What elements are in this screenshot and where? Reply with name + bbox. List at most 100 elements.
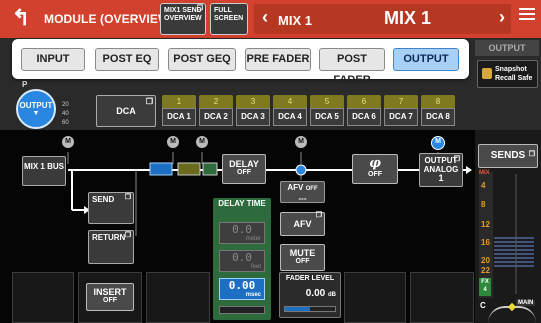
- bottom-slot-5: [344, 272, 406, 323]
- full-screen-button[interactable]: FULL SCREEN: [210, 3, 248, 35]
- phase-button[interactable]: φ OFF: [352, 154, 398, 184]
- mute-state: OFF: [295, 258, 310, 265]
- dca-num: 3: [236, 95, 270, 108]
- delay-msec-field[interactable]: 0.00 msec: [219, 278, 265, 300]
- delay-feet-value: 0.0: [232, 251, 252, 264]
- send-overview-button[interactable]: MIX1 SEND OVERVIEW ❐: [160, 3, 206, 35]
- bottom-slot-3: [146, 272, 210, 323]
- delay-msec-value: 0.00: [228, 279, 256, 292]
- dca-slot-3[interactable]: 3 DCA 3: [236, 95, 270, 127]
- level-scale: 20 40 60: [62, 92, 69, 128]
- output-num: 1: [438, 173, 444, 183]
- meter-point-marker[interactable]: M: [62, 136, 74, 148]
- meter-point-marker[interactable]: M: [295, 136, 307, 148]
- return-label: RETURN: [92, 233, 126, 242]
- dca-slot-6[interactable]: 6 DCA 6: [347, 95, 381, 127]
- sends-button[interactable]: SENDS ❐: [478, 144, 538, 168]
- mute-group-strip: [190, 82, 460, 89]
- output-patch-button[interactable]: OUTPUT ANALOG 1 ❐: [419, 153, 463, 187]
- return-button[interactable]: RETURN ❐: [88, 230, 134, 264]
- mix-navigator: ‹ MIX 1 MIX 1 ›: [254, 4, 511, 34]
- dca-button[interactable]: DCA ❐: [96, 95, 156, 127]
- dca-num: 1: [162, 95, 196, 108]
- popup-icon: ❐: [453, 156, 460, 163]
- dca-num: 6: [347, 95, 381, 108]
- dca-slot-8[interactable]: 8 DCA 8: [421, 95, 455, 127]
- popup-icon: ❐: [196, 5, 203, 12]
- option-pre-fader[interactable]: PRE FADER: [245, 48, 311, 71]
- option-post-fader[interactable]: POST FADER: [319, 48, 385, 86]
- delay-time-title: DELAY TIME: [218, 199, 266, 208]
- output-point-popup: INPUT POST EQ POST GEQ PRE FADER POST FA…: [12, 39, 469, 86]
- option-output[interactable]: OUTPUT: [393, 48, 459, 71]
- snapshot-recall-safe-button[interactable]: Snapshot Recall Safe: [477, 60, 538, 88]
- dca-label: DCA: [116, 106, 136, 116]
- sends-mix-label: MIX: [479, 170, 490, 176]
- fader-level-title: FADER LEVEL: [285, 275, 335, 282]
- header-bar: ↰ MODULE (OVERVIEW) MIX1 SEND OVERVIEW ❐…: [0, 0, 541, 38]
- popup-icon: ❐: [315, 212, 322, 219]
- popup-icon: ❐: [528, 151, 535, 158]
- option-input[interactable]: INPUT: [21, 48, 85, 71]
- meter-point-marker[interactable]: M: [196, 136, 208, 148]
- send-num-22: 22: [481, 266, 490, 275]
- send-num-12: 12: [481, 220, 490, 229]
- send-level-lines: [494, 174, 534, 294]
- bottom-slot-1: [12, 272, 74, 323]
- dca-num: 7: [384, 95, 418, 108]
- dca-name: DCA 8: [421, 108, 455, 126]
- prev-mix-label[interactable]: MIX 1: [278, 13, 312, 28]
- knob-label: OUTPUT: [19, 101, 53, 110]
- fader-level-panel: FADER LEVEL 0.00 dB: [279, 272, 341, 318]
- delay-meter-field[interactable]: 0.0 meter: [219, 222, 265, 244]
- popup-icon: ❐: [124, 232, 131, 239]
- insert-button[interactable]: INSERT OFF: [86, 283, 134, 311]
- lock-icon: [482, 68, 492, 79]
- mute-button[interactable]: MUTE OFF: [280, 244, 325, 271]
- mute-label: MUTE: [289, 248, 316, 258]
- delay-msec-unit: msec: [245, 292, 261, 298]
- screen-title: MODULE (OVERVIEW): [44, 12, 174, 26]
- afv-dashes: ---: [298, 194, 307, 203]
- fader-level-unit: dB: [328, 292, 336, 298]
- dca-name: DCA 6: [347, 108, 381, 126]
- dca-name: DCA 3: [236, 108, 270, 126]
- send-button[interactable]: SEND ❐: [88, 192, 134, 224]
- chevron-down-icon: ▼: [32, 110, 40, 117]
- dca-num: 2: [199, 95, 233, 108]
- delay-meter-value: 0.0: [232, 223, 252, 236]
- fader-level-value: 0.00: [305, 288, 326, 299]
- back-icon[interactable]: ↰: [4, 4, 38, 34]
- dca-slot-2[interactable]: 2 DCA 2: [199, 95, 233, 127]
- prev-mix-icon[interactable]: ‹: [262, 7, 268, 28]
- mix-bus-box: MIX 1 BUS: [22, 156, 66, 186]
- fader-level-bar[interactable]: [284, 306, 336, 312]
- scale-40: 40: [62, 111, 69, 117]
- fader-level-readout: 0.00 dB: [306, 288, 336, 299]
- scale-60: 60: [62, 120, 69, 126]
- send-label: SEND: [92, 195, 115, 204]
- output-meter-marker[interactable]: M: [431, 136, 445, 150]
- output-tab[interactable]: OUTPUT: [475, 40, 539, 56]
- sends-fx-label: FX: [481, 279, 489, 285]
- option-post-eq[interactable]: POST EQ: [95, 48, 159, 71]
- meter-point-marker[interactable]: M: [167, 136, 179, 148]
- sends-fx-badge: FX 4: [479, 278, 491, 296]
- delay-slider[interactable]: [219, 306, 265, 314]
- next-mix-icon[interactable]: ›: [499, 7, 505, 28]
- afv-button[interactable]: AFV ❐: [280, 212, 325, 236]
- menu-icon[interactable]: [519, 8, 535, 22]
- output-point-knob[interactable]: OUTPUT ▼: [16, 89, 56, 129]
- dca-slot-5[interactable]: 5 DCA 5: [310, 95, 344, 127]
- option-post-geq[interactable]: POST GEQ: [168, 48, 236, 71]
- afv-label: AFV: [293, 219, 312, 229]
- dca-slot-4[interactable]: 4 DCA 4: [273, 95, 307, 127]
- dca-slot-7[interactable]: 7 DCA 7: [384, 95, 418, 127]
- dca-slot-1[interactable]: 1 DCA 1: [162, 95, 196, 127]
- delay-button[interactable]: DELAY OFF: [222, 154, 266, 184]
- sends-c-label: C: [480, 301, 486, 310]
- delay-feet-field[interactable]: 0.0 feet: [219, 250, 265, 272]
- full-screen-label: FULL SCREEN: [214, 7, 244, 22]
- dca-name: DCA 7: [384, 108, 418, 126]
- current-mix-label: MIX 1: [384, 8, 432, 28]
